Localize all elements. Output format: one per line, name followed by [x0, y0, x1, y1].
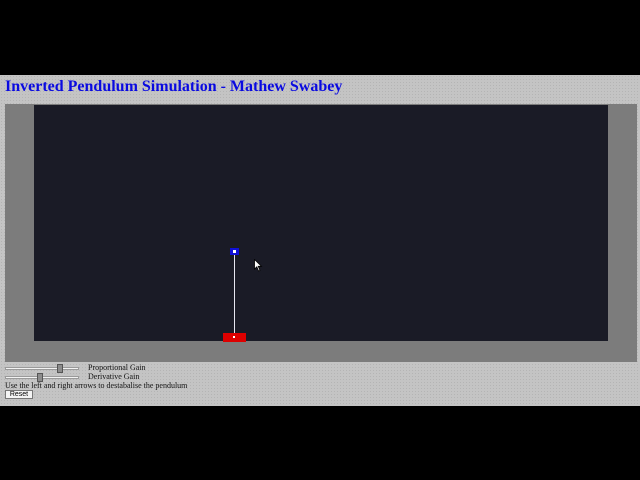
mouse-pointer-icon: [254, 259, 263, 272]
cart: [223, 333, 246, 342]
pendulum-bob: [230, 248, 239, 255]
page-title: Inverted Pendulum Simulation - Mathew Sw…: [5, 78, 343, 95]
derivative-gain-label: Derivative Gain: [88, 372, 140, 381]
simulation-frame: [5, 104, 637, 362]
derivative-gain-slider[interactable]: [5, 373, 79, 382]
page: Inverted Pendulum Simulation - Mathew Sw…: [0, 75, 640, 406]
proportional-gain-slider[interactable]: [5, 364, 79, 373]
simulation-canvas[interactable]: [34, 105, 608, 342]
proportional-gain-slider-thumb[interactable]: [57, 364, 63, 373]
pendulum-rod: [234, 252, 235, 337]
reset-button[interactable]: Reset: [5, 390, 33, 399]
instructions-text: Use the left and right arrows to destaba…: [5, 381, 188, 390]
proportional-gain-label: Proportional Gain: [88, 363, 146, 372]
